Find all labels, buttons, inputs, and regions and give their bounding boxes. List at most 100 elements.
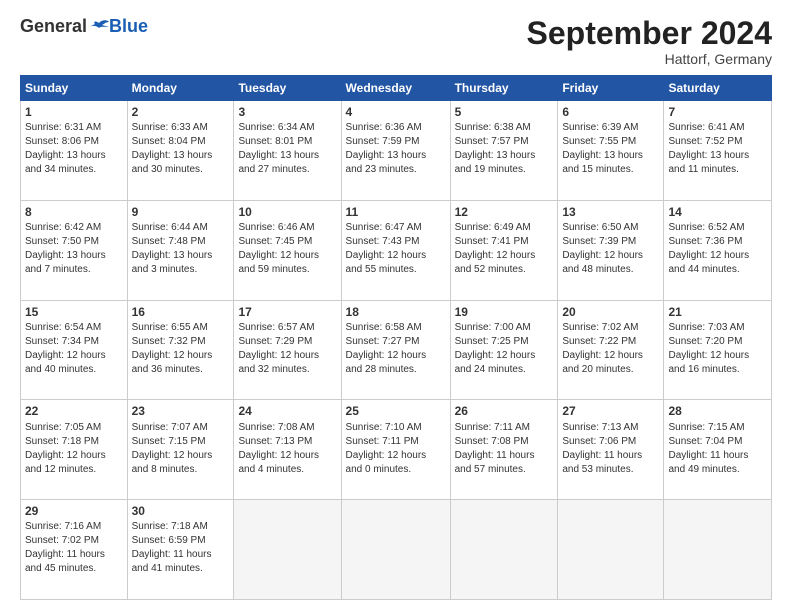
day-cell: 21Sunrise: 7:03 AMSunset: 7:20 PMDayligh… — [664, 300, 772, 400]
col-header-wednesday: Wednesday — [341, 76, 450, 101]
day-cell: 24Sunrise: 7:08 AMSunset: 7:13 PMDayligh… — [234, 400, 341, 500]
week-row-2: 8Sunrise: 6:42 AMSunset: 7:50 PMDaylight… — [21, 200, 772, 300]
day-info: Sunrise: 7:00 AMSunset: 7:25 PMDaylight:… — [455, 321, 554, 377]
day-info: Sunrise: 6:54 AMSunset: 7:34 PMDaylight:… — [25, 321, 123, 377]
day-info: Sunrise: 6:47 AMSunset: 7:43 PMDaylight:… — [346, 221, 446, 277]
day-cell: 15Sunrise: 6:54 AMSunset: 7:34 PMDayligh… — [21, 300, 128, 400]
col-header-saturday: Saturday — [664, 76, 772, 101]
day-number: 29 — [25, 503, 123, 519]
day-number: 12 — [455, 204, 554, 220]
day-number: 6 — [562, 104, 659, 120]
day-cell: 4Sunrise: 6:36 AMSunset: 7:59 PMDaylight… — [341, 101, 450, 201]
day-info: Sunrise: 6:39 AMSunset: 7:55 PMDaylight:… — [562, 121, 659, 177]
day-cell: 9Sunrise: 6:44 AMSunset: 7:48 PMDaylight… — [127, 200, 234, 300]
col-header-friday: Friday — [558, 76, 664, 101]
day-info: Sunrise: 7:13 AMSunset: 7:06 PMDaylight:… — [562, 421, 659, 477]
header-row: SundayMondayTuesdayWednesdayThursdayFrid… — [21, 76, 772, 101]
day-cell: 11Sunrise: 6:47 AMSunset: 7:43 PMDayligh… — [341, 200, 450, 300]
day-info: Sunrise: 6:34 AMSunset: 8:01 PMDaylight:… — [238, 121, 336, 177]
day-info: Sunrise: 7:18 AMSunset: 6:59 PMDaylight:… — [132, 520, 230, 576]
day-cell — [664, 500, 772, 600]
day-cell: 1Sunrise: 6:31 AMSunset: 8:06 PMDaylight… — [21, 101, 128, 201]
logo: General Blue — [20, 16, 148, 37]
day-cell: 17Sunrise: 6:57 AMSunset: 7:29 PMDayligh… — [234, 300, 341, 400]
col-header-thursday: Thursday — [450, 76, 558, 101]
day-info: Sunrise: 6:33 AMSunset: 8:04 PMDaylight:… — [132, 121, 230, 177]
day-number: 4 — [346, 104, 446, 120]
day-cell: 16Sunrise: 6:55 AMSunset: 7:32 PMDayligh… — [127, 300, 234, 400]
day-cell: 22 Sunrise: 7:05 AMSunset: 7:18 PMDayligh… — [21, 400, 128, 500]
day-info: Sunrise: 7:10 AMSunset: 7:11 PMDaylight:… — [346, 421, 446, 477]
day-number: 10 — [238, 204, 336, 220]
day-cell: 3Sunrise: 6:34 AMSunset: 8:01 PMDaylight… — [234, 101, 341, 201]
day-info: Sunrise: 7:07 AMSunset: 7:15 PMDaylight:… — [132, 421, 230, 477]
day-number: 13 — [562, 204, 659, 220]
day-cell: 23 Sunrise: 7:07 AMSunset: 7:15 PMDayligh… — [127, 400, 234, 500]
day-info: Sunrise: 7:08 AMSunset: 7:13 PMDaylight:… — [238, 421, 336, 477]
day-number: 2 — [132, 104, 230, 120]
day-info: Sunrise: 6:58 AMSunset: 7:27 PMDaylight:… — [346, 321, 446, 377]
day-number: 22 — [25, 403, 123, 419]
day-cell: 30Sunrise: 7:18 AMSunset: 6:59 PMDayligh… — [127, 500, 234, 600]
month-title: September 2024 — [527, 16, 772, 51]
day-number: 20 — [562, 304, 659, 320]
day-info: Sunrise: 6:41 AMSunset: 7:52 PMDaylight:… — [668, 121, 767, 177]
day-number: 26 — [455, 403, 554, 419]
day-number: 16 — [132, 304, 230, 320]
day-info: Sunrise: 7:16 AMSunset: 7:02 PMDaylight:… — [25, 520, 123, 576]
day-number: 30 — [132, 503, 230, 519]
day-cell: 29Sunrise: 7:16 AMSunset: 7:02 PMDayligh… — [21, 500, 128, 600]
day-info: Sunrise: 6:38 AMSunset: 7:57 PMDaylight:… — [455, 121, 554, 177]
location-text: Hattorf, Germany — [527, 51, 772, 67]
day-cell: 12Sunrise: 6:49 AMSunset: 7:41 PMDayligh… — [450, 200, 558, 300]
day-info: Sunrise: 6:52 AMSunset: 7:36 PMDaylight:… — [668, 221, 767, 277]
week-row-3: 15Sunrise: 6:54 AMSunset: 7:34 PMDayligh… — [21, 300, 772, 400]
day-info: Sunrise: 7:02 AMSunset: 7:22 PMDaylight:… — [562, 321, 659, 377]
logo-bird-icon — [89, 19, 109, 35]
day-number: 1 — [25, 104, 123, 120]
day-cell: 19Sunrise: 7:00 AMSunset: 7:25 PMDayligh… — [450, 300, 558, 400]
day-number: 8 — [25, 204, 123, 220]
day-info: Sunrise: 6:49 AMSunset: 7:41 PMDaylight:… — [455, 221, 554, 277]
logo-text: General Blue — [20, 16, 148, 37]
day-cell: 18Sunrise: 6:58 AMSunset: 7:27 PMDayligh… — [341, 300, 450, 400]
header: General Blue September 2024 Hattorf, Ger… — [20, 16, 772, 67]
day-info: Sunrise: 7:15 AMSunset: 7:04 PMDaylight:… — [668, 421, 767, 477]
day-cell — [558, 500, 664, 600]
day-cell: 10Sunrise: 6:46 AMSunset: 7:45 PMDayligh… — [234, 200, 341, 300]
day-info: Sunrise: 6:42 AMSunset: 7:50 PMDaylight:… — [25, 221, 123, 277]
day-info: Sunrise: 6:46 AMSunset: 7:45 PMDaylight:… — [238, 221, 336, 277]
day-cell: 25 Sunrise: 7:10 AMSunset: 7:11 PMDayligh… — [341, 400, 450, 500]
calendar-page: General Blue September 2024 Hattorf, Ger… — [0, 0, 792, 612]
day-cell: 8Sunrise: 6:42 AMSunset: 7:50 PMDaylight… — [21, 200, 128, 300]
day-info: Sunrise: 7:05 AMSunset: 7:18 PMDaylight:… — [25, 421, 123, 477]
day-cell: 13Sunrise: 6:50 AMSunset: 7:39 PMDayligh… — [558, 200, 664, 300]
day-number: 15 — [25, 304, 123, 320]
day-cell: 6Sunrise: 6:39 AMSunset: 7:55 PMDaylight… — [558, 101, 664, 201]
day-number: 23 — [132, 403, 230, 419]
day-number: 19 — [455, 304, 554, 320]
day-number: 28 — [668, 403, 767, 419]
day-info: Sunrise: 6:50 AMSunset: 7:39 PMDaylight:… — [562, 221, 659, 277]
day-cell: 28 Sunrise: 7:15 AMSunset: 7:04 PMDayligh… — [664, 400, 772, 500]
col-header-monday: Monday — [127, 76, 234, 101]
day-cell: 14Sunrise: 6:52 AMSunset: 7:36 PMDayligh… — [664, 200, 772, 300]
day-number: 9 — [132, 204, 230, 220]
week-row-1: 1Sunrise: 6:31 AMSunset: 8:06 PMDaylight… — [21, 101, 772, 201]
day-cell — [341, 500, 450, 600]
day-number: 3 — [238, 104, 336, 120]
day-info: Sunrise: 6:57 AMSunset: 7:29 PMDaylight:… — [238, 321, 336, 377]
day-number: 7 — [668, 104, 767, 120]
calendar-table: SundayMondayTuesdayWednesdayThursdayFrid… — [20, 75, 772, 600]
day-number: 25 — [346, 403, 446, 419]
title-block: September 2024 Hattorf, Germany — [527, 16, 772, 67]
day-number: 21 — [668, 304, 767, 320]
day-number: 5 — [455, 104, 554, 120]
week-row-5: 29Sunrise: 7:16 AMSunset: 7:02 PMDayligh… — [21, 500, 772, 600]
col-header-tuesday: Tuesday — [234, 76, 341, 101]
day-cell: 20Sunrise: 7:02 AMSunset: 7:22 PMDayligh… — [558, 300, 664, 400]
logo-general-text: General — [20, 16, 87, 37]
day-number: 18 — [346, 304, 446, 320]
logo-blue-text: Blue — [109, 16, 148, 37]
day-cell: 26Sunrise: 7:11 AMSunset: 7:08 PMDayligh… — [450, 400, 558, 500]
